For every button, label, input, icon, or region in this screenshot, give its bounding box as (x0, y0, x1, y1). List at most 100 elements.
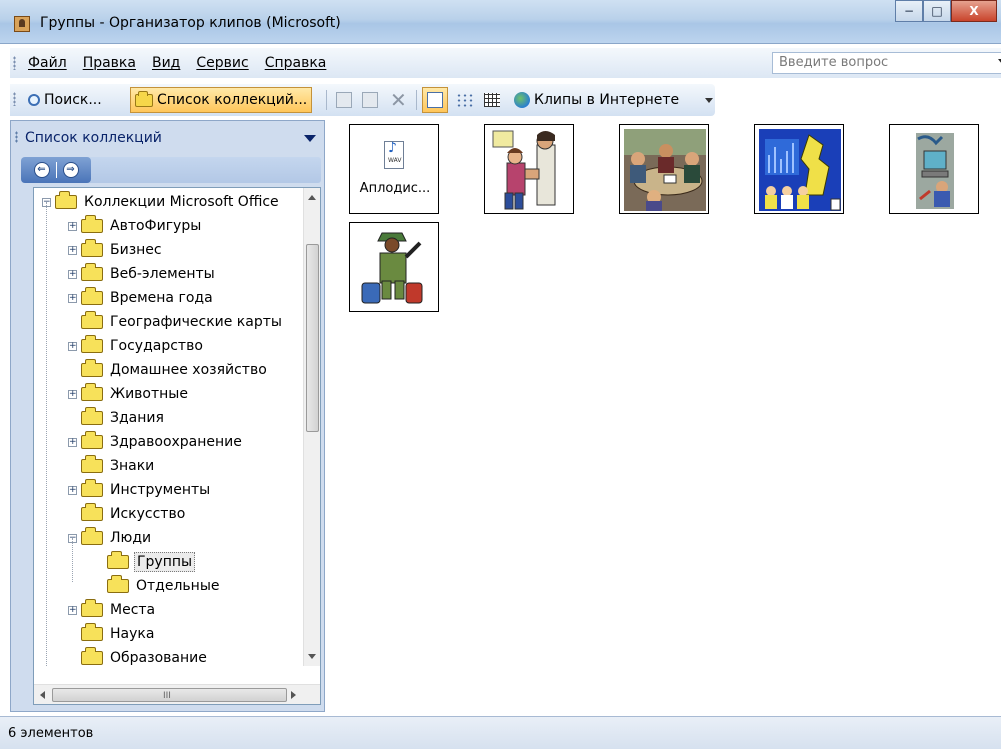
expand-icon[interactable]: + (68, 437, 77, 447)
clip-thumbnail-traveler[interactable] (349, 222, 439, 312)
clip-thumbnail-presentation[interactable] (754, 124, 844, 214)
horizontal-scroll-thumb[interactable]: III (52, 688, 287, 702)
expand-icon[interactable]: + (68, 269, 77, 279)
clip-thumbnail-office-meeting[interactable] (619, 124, 709, 214)
folder-icon (55, 191, 77, 209)
tree-item[interactable]: + Здравоохранение (68, 430, 244, 454)
menu-tools[interactable]: Сервис (196, 55, 248, 71)
tree-item[interactable]: Группы (94, 550, 196, 574)
tree-view: − Коллекции Microsoft Office + АвтоФигуры + Б… (34, 188, 290, 666)
menu-help[interactable]: Справка (265, 55, 327, 71)
paste-icon (362, 92, 378, 108)
maximize-button[interactable]: □ (923, 0, 951, 22)
expand-icon[interactable]: + (68, 245, 77, 255)
delete-button[interactable]: ✕ (386, 87, 412, 113)
vertical-scroll-thumb[interactable] (306, 244, 319, 432)
tree-item[interactable]: + Времена года (68, 286, 215, 310)
clip-thumbnail-computer-user[interactable] (889, 124, 979, 214)
vertical-scrollbar[interactable] (303, 188, 320, 666)
pane-grip[interactable] (15, 131, 18, 143)
list-view-button[interactable] (452, 87, 478, 113)
item-count: 6 элементов (8, 726, 94, 741)
status-bar: 6 элементов (0, 716, 1001, 749)
toolbar-grip[interactable] (13, 92, 16, 106)
close-icon: X (969, 4, 979, 18)
collection-list-button[interactable]: Список коллекций... (130, 87, 313, 113)
tree-item-label: АвтоФигуры (110, 218, 202, 234)
menu-view[interactable]: Вид (152, 55, 180, 71)
tree-item[interactable]: Искусство (68, 502, 187, 526)
tree-item-label: Здравоохранение (110, 434, 242, 450)
window-title: Группы - Организатор клипов (Microsoft) (40, 15, 341, 31)
toolbar: Поиск... Список коллекций... ✕ Клипы в И… (10, 84, 715, 116)
tree-item[interactable]: + Места (68, 598, 157, 622)
pane-menu-chevron-icon[interactable] (304, 135, 316, 142)
list-icon (456, 93, 474, 107)
tree-item[interactable]: Отдельные (94, 574, 222, 598)
horizontal-scrollbar[interactable]: III (34, 684, 320, 704)
expand-icon[interactable]: + (68, 341, 77, 351)
toolbar-overflow-icon[interactable] (705, 98, 713, 103)
menu-grip[interactable] (13, 56, 16, 70)
tree-item[interactable]: + Бизнес (68, 238, 164, 262)
ask-question-input[interactable]: Введите вопрос (772, 52, 1001, 74)
tree-item-label: Знаки (110, 458, 155, 474)
tree-item[interactable]: − Коллекции Microsoft Office (42, 190, 281, 214)
scroll-grip: III (163, 691, 171, 701)
pane-nav-buttons: ⇐ ⇒ (21, 157, 91, 183)
ask-question-placeholder: Введите вопрос (779, 55, 889, 70)
expand-icon[interactable]: + (68, 389, 77, 399)
tree-item[interactable]: Наука (68, 622, 156, 646)
tree-item[interactable]: + Животные (68, 382, 190, 406)
collection-tree[interactable]: − Коллекции Microsoft Office + АвтоФигуры + Б… (33, 187, 321, 705)
tree-item-label: Бизнес (110, 242, 162, 258)
tree-item[interactable]: + АвтоФигуры (68, 214, 203, 238)
thumbnails-view-button[interactable] (422, 87, 448, 113)
tree-item-label: Коллекции Microsoft Office (84, 194, 279, 210)
paste-button[interactable] (358, 87, 382, 113)
details-icon (484, 93, 500, 107)
tree-item[interactable]: Домашнее хозяйство (68, 358, 269, 382)
folder-icon (81, 287, 103, 305)
search-icon (28, 94, 40, 106)
wav-icon-label: WAV (388, 157, 402, 164)
collection-list-pane: Список коллекций ⇐ ⇒ − Коллекции Microsof… (10, 120, 325, 712)
folder-icon (81, 263, 103, 281)
scroll-up-icon[interactable] (308, 195, 316, 200)
tree-item-label: Здания (110, 410, 164, 426)
doctor-family-illustration (489, 129, 571, 211)
tree-item[interactable]: Образование (68, 646, 209, 666)
tree-item[interactable]: + Веб-элементы (68, 262, 217, 286)
copy-icon (336, 92, 352, 108)
tree-item[interactable]: + Государство (68, 334, 205, 358)
expand-icon[interactable]: + (68, 293, 77, 303)
forward-icon[interactable]: ⇒ (62, 162, 79, 178)
tree-item[interactable]: Знаки (68, 454, 156, 478)
tree-item[interactable]: + Инструменты (68, 478, 212, 502)
scroll-down-icon[interactable] (308, 654, 316, 659)
expand-icon[interactable]: + (68, 485, 77, 495)
expand-icon[interactable]: + (68, 605, 77, 615)
menu-file[interactable]: Файл (28, 55, 67, 71)
details-view-button[interactable] (480, 87, 504, 113)
scroll-left-icon[interactable] (40, 691, 45, 699)
minimize-button[interactable]: − (895, 0, 923, 22)
tree-item-label: Образование (110, 650, 207, 666)
copy-button[interactable] (332, 87, 356, 113)
computer-user-illustration (894, 129, 976, 211)
globe-icon (514, 92, 530, 108)
tree-item[interactable]: Здания (68, 406, 166, 430)
clip-thumbnail-doctor-family[interactable] (484, 124, 574, 214)
tree-item[interactable]: − Люди (68, 526, 153, 550)
expand-icon[interactable]: + (68, 221, 77, 231)
search-button[interactable]: Поиск... (24, 87, 106, 113)
back-icon[interactable]: ⇐ (33, 162, 50, 178)
web-clips-button[interactable]: Клипы в Интернете (510, 87, 683, 113)
menu-edit[interactable]: Правка (83, 55, 136, 71)
clip-thumbnail-audio[interactable]: WAV Аплодис... (349, 124, 439, 214)
scroll-right-icon[interactable] (291, 691, 296, 699)
close-button[interactable]: X (951, 0, 997, 22)
folder-icon (81, 479, 103, 497)
tree-item[interactable]: Географические карты (68, 310, 284, 334)
tree-item-label: Места (110, 602, 156, 618)
